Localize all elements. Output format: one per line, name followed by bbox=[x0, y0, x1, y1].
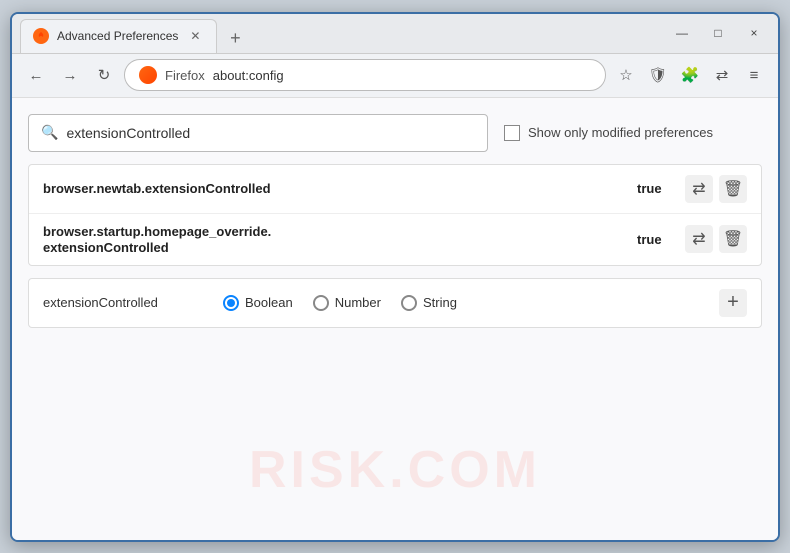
search-icon: 🔍 bbox=[41, 124, 58, 141]
navigation-bar: ← → ↻ Firefox about:config ☆ 🛡 🧩 ⇄ ≡ bbox=[12, 54, 778, 98]
bookmark-icon[interactable]: ☆ bbox=[612, 61, 640, 89]
content-area: RISK.COM 🔍 Show only modified preference… bbox=[12, 98, 778, 540]
menu-icon[interactable]: ≡ bbox=[740, 61, 768, 89]
delete-button-1[interactable]: 🗑 bbox=[719, 175, 747, 203]
firefox-logo bbox=[139, 66, 157, 84]
add-pref-button[interactable]: + bbox=[719, 289, 747, 317]
pref-name-1: browser.newtab.extensionControlled bbox=[43, 181, 637, 196]
browser-window: Advanced Preferences ✕ + — □ × ← → ↻ Fir… bbox=[10, 12, 780, 542]
table-row: browser.newtab.extensionControlled true … bbox=[29, 165, 761, 214]
radio-group: Boolean Number String bbox=[223, 295, 699, 311]
search-box[interactable]: 🔍 bbox=[28, 114, 488, 152]
back-button[interactable]: ← bbox=[22, 61, 50, 89]
sync-icon[interactable]: ⇄ bbox=[708, 61, 736, 89]
table-row: browser.startup.homepage_override. exten… bbox=[29, 214, 761, 265]
window-controls: — □ × bbox=[666, 19, 770, 47]
modified-only-checkbox[interactable] bbox=[504, 125, 520, 141]
firefox-label: Firefox bbox=[165, 68, 205, 83]
radio-boolean-dot bbox=[227, 299, 235, 307]
pref-value-2: true bbox=[637, 232, 677, 247]
pref-name-2: browser.startup.homepage_override. exten… bbox=[43, 224, 637, 255]
maximize-button[interactable]: □ bbox=[702, 19, 734, 47]
radio-string-circle[interactable] bbox=[401, 295, 417, 311]
search-section: 🔍 Show only modified preferences bbox=[28, 114, 762, 152]
watermark: RISK.COM bbox=[249, 440, 541, 500]
toggle-button-2[interactable]: ⇄ bbox=[685, 225, 713, 253]
tab-close-button[interactable]: ✕ bbox=[186, 27, 204, 45]
tab-title: Advanced Preferences bbox=[57, 29, 178, 43]
url-text: about:config bbox=[213, 68, 284, 83]
tab-area: Advanced Preferences ✕ + bbox=[20, 14, 666, 53]
checkbox-section: Show only modified preferences bbox=[504, 125, 713, 141]
radio-boolean-label: Boolean bbox=[245, 295, 293, 310]
preferences-table: browser.newtab.extensionControlled true … bbox=[28, 164, 762, 266]
radio-number[interactable]: Number bbox=[313, 295, 381, 311]
radio-boolean[interactable]: Boolean bbox=[223, 295, 293, 311]
pref-actions-1: ⇄ 🗑 bbox=[685, 175, 747, 203]
reload-button[interactable]: ↻ bbox=[90, 61, 118, 89]
pref-actions-2: ⇄ 🗑 bbox=[685, 225, 747, 253]
active-tab[interactable]: Advanced Preferences ✕ bbox=[20, 19, 217, 53]
radio-number-circle[interactable] bbox=[313, 295, 329, 311]
pref-name-2-line1: browser.startup.homepage_override. bbox=[43, 224, 637, 239]
radio-string[interactable]: String bbox=[401, 295, 457, 311]
toggle-button-1[interactable]: ⇄ bbox=[685, 175, 713, 203]
shield-icon[interactable]: 🛡 bbox=[644, 61, 672, 89]
radio-number-label: Number bbox=[335, 295, 381, 310]
close-button[interactable]: × bbox=[738, 19, 770, 47]
minimize-button[interactable]: — bbox=[666, 19, 698, 47]
pref-value-1: true bbox=[637, 181, 677, 196]
title-bar: Advanced Preferences ✕ + — □ × bbox=[12, 14, 778, 54]
nav-icons: ☆ 🛡 🧩 ⇄ ≡ bbox=[612, 61, 768, 89]
new-tab-button[interactable]: + bbox=[221, 25, 249, 53]
radio-string-label: String bbox=[423, 295, 457, 310]
checkbox-label: Show only modified preferences bbox=[528, 125, 713, 140]
search-input[interactable] bbox=[66, 125, 475, 141]
pref-name-2-line2: extensionControlled bbox=[43, 240, 637, 255]
tab-favicon bbox=[33, 28, 49, 44]
radio-boolean-circle[interactable] bbox=[223, 295, 239, 311]
new-pref-name: extensionControlled bbox=[43, 295, 203, 310]
new-preference-row: extensionControlled Boolean Number Strin… bbox=[28, 278, 762, 328]
address-bar[interactable]: Firefox about:config bbox=[124, 59, 606, 91]
delete-button-2[interactable]: 🗑 bbox=[719, 225, 747, 253]
extensions-icon[interactable]: 🧩 bbox=[676, 61, 704, 89]
forward-button[interactable]: → bbox=[56, 61, 84, 89]
